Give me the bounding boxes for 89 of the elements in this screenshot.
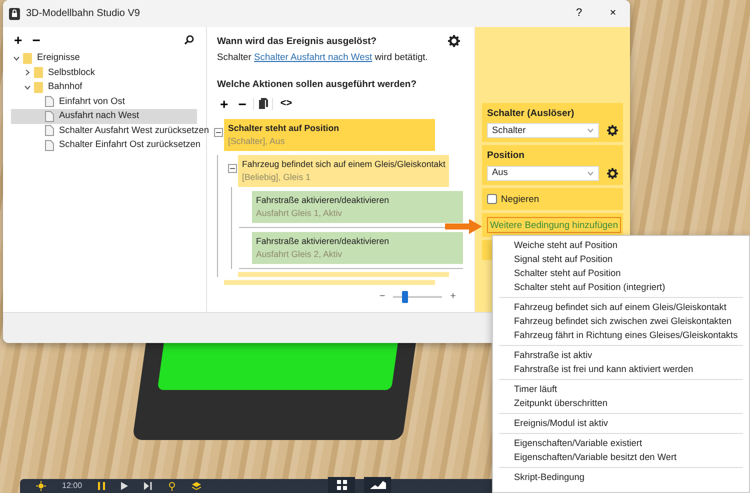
add-button[interactable]: +: [11, 33, 26, 47]
settings-icon[interactable]: [448, 35, 460, 47]
terrain-button[interactable]: [364, 477, 391, 493]
menu-item[interactable]: Fahrzeug fährt in Richtung eines Gleises/Gleiskontakts: [493, 328, 749, 342]
help-button[interactable]: ?: [562, 0, 596, 27]
checkbox[interactable]: [487, 194, 497, 204]
switch-link[interactable]: Schalter Ausfahrt nach West: [254, 51, 372, 62]
dropdown-value: Schalter: [492, 124, 526, 137]
grid-button[interactable]: [328, 477, 355, 493]
block-detail: [Beliebig], Gleis 1: [242, 170, 312, 184]
block-detail: [Schalter], Aus: [228, 134, 286, 148]
trigger-text: Schalter Schalter Ausfahrt nach West wird betätigt.: [217, 50, 429, 64]
block-detail: Ausfahrt Gleis 1, Aktiv: [256, 206, 344, 220]
folder-icon: [34, 82, 43, 93]
tree-item[interactable]: Selbstblock: [11, 66, 197, 80]
section-heading: Wann wird das Ereignis ausgelöst?: [217, 35, 377, 49]
condition-block[interactable]: Schalter steht auf Position [Schalter], Aus: [224, 118, 435, 151]
tree-item[interactable]: Schalter Einfahrt Ost zurücksetzen: [11, 138, 200, 152]
block-title: Fahrstraße aktivieren/deaktivieren: [256, 234, 390, 248]
document-icon: [45, 96, 54, 108]
collapse-icon[interactable]: [214, 128, 223, 137]
zoom-in-button[interactable]: +: [450, 289, 456, 304]
add-button[interactable]: +: [217, 96, 232, 111]
chevron-down-icon[interactable]: [24, 84, 31, 91]
remove-button[interactable]: −: [29, 33, 44, 47]
code-button[interactable]: <>: [277, 96, 296, 111]
condition-block[interactable]: Fahrzeug befindet sich auf einem Gleis/Gleiskontakt [Beliebig], Gleis 1: [238, 154, 450, 187]
action-block[interactable]: Fahrstraße aktivieren/deaktivieren Ausfahrt Gleis 1, Aktiv: [252, 190, 463, 223]
tree-item[interactable]: Ausfahrt nach West: [11, 109, 197, 124]
remove-button[interactable]: −: [235, 96, 250, 111]
clock-time: 12:00: [62, 480, 82, 492]
menu-item[interactable]: Eigenschaften/Variable existiert: [493, 436, 749, 450]
settings-icon[interactable]: [607, 125, 618, 136]
sun-icon[interactable]: [36, 481, 46, 491]
tree-item[interactable]: Bahnhof: [11, 80, 197, 94]
property-label: Schalter (Auslöser): [487, 107, 576, 121]
layers-icon[interactable]: [192, 482, 202, 490]
tree-item[interactable]: Einfahrt von Ost: [11, 94, 197, 109]
menu-item[interactable]: Eigenschaften/Variable besitzt den Wert: [493, 450, 749, 464]
pin-icon[interactable]: [168, 482, 176, 490]
tree-item[interactable]: Schalter Ausfahrt West zurücksetzen: [11, 124, 209, 138]
grid-icon: [336, 480, 346, 490]
chevron-down-icon: [587, 170, 594, 176]
dropdown[interactable]: Aus: [487, 166, 599, 180]
menu-item[interactable]: Fahrstraße ist aktiv: [493, 348, 749, 362]
menu-item[interactable]: Timer läuft: [493, 382, 749, 396]
chevron-right-icon[interactable]: [24, 69, 31, 76]
settings-icon[interactable]: [607, 168, 618, 178]
dropdown[interactable]: Schalter: [487, 123, 599, 138]
block-detail: Ausfahrt Gleis 2, Aktiv: [256, 248, 344, 261]
menu-item[interactable]: Schalter steht auf Position: [493, 266, 749, 280]
document-icon: [45, 125, 54, 136]
window-title: 3D-Modellbahn Studio V9: [26, 7, 140, 21]
slider-thumb[interactable]: [402, 290, 408, 302]
pause-icon[interactable]: [98, 482, 106, 490]
action-block[interactable]: Fahrstraße aktivieren/deaktivieren Ausfahrt Gleis 2, Aktiv: [252, 232, 463, 264]
app-icon: [9, 8, 20, 20]
menu-item[interactable]: Weiche steht auf Position: [493, 238, 749, 252]
menu-item[interactable]: Zeitpunkt überschritten: [493, 396, 749, 410]
chevron-down-icon[interactable]: [13, 54, 20, 62]
search-icon[interactable]: [184, 35, 194, 45]
menu-item[interactable]: Skript-Bedingung: [493, 470, 749, 484]
section-heading: Welche Aktionen sollen ausgeführt werden?: [217, 78, 418, 92]
copy-icon[interactable]: [258, 98, 268, 110]
menu-item[interactable]: Schalter steht auf Position (integriert): [493, 280, 749, 294]
block-title: Fahrzeug befindet sich auf einem Gleis/Gleiskontakt: [242, 158, 446, 171]
document-icon: [45, 110, 54, 122]
menu-item[interactable]: Fahrzeug befindet sich auf einem Gleis/Gleiskontakt: [493, 300, 749, 314]
folder-icon: [34, 67, 43, 78]
document-icon: [45, 140, 54, 151]
dropdown-value: Aus: [492, 166, 508, 180]
block-title: Schalter steht auf Position: [228, 122, 340, 135]
step-icon[interactable]: [144, 482, 152, 490]
play-icon[interactable]: [121, 482, 128, 490]
tree-item[interactable]: Ereignisse: [11, 51, 197, 66]
chevron-down-icon: [587, 128, 594, 134]
menu-item[interactable]: Signal steht auf Position: [493, 252, 749, 266]
close-button[interactable]: ×: [596, 0, 630, 27]
zoom-out-button[interactable]: −: [379, 289, 386, 304]
menu-item[interactable]: Ereignis/Modul ist aktiv: [493, 416, 749, 430]
collapse-icon[interactable]: [228, 164, 237, 173]
folder-icon: [23, 52, 32, 64]
property-label: Position: [487, 149, 526, 164]
mountain-icon: [370, 480, 386, 489]
checkbox-label: Negieren: [501, 192, 540, 206]
arrow-icon: [445, 219, 482, 234]
block-title: Fahrstraße aktivieren/deaktivieren: [256, 194, 390, 207]
menu-item[interactable]: Fahrzeug befindet sich zwischen zwei Gleiskontakten: [493, 314, 749, 328]
menu-item[interactable]: Fahrstraße ist frei und kann aktiviert werden: [493, 362, 749, 376]
